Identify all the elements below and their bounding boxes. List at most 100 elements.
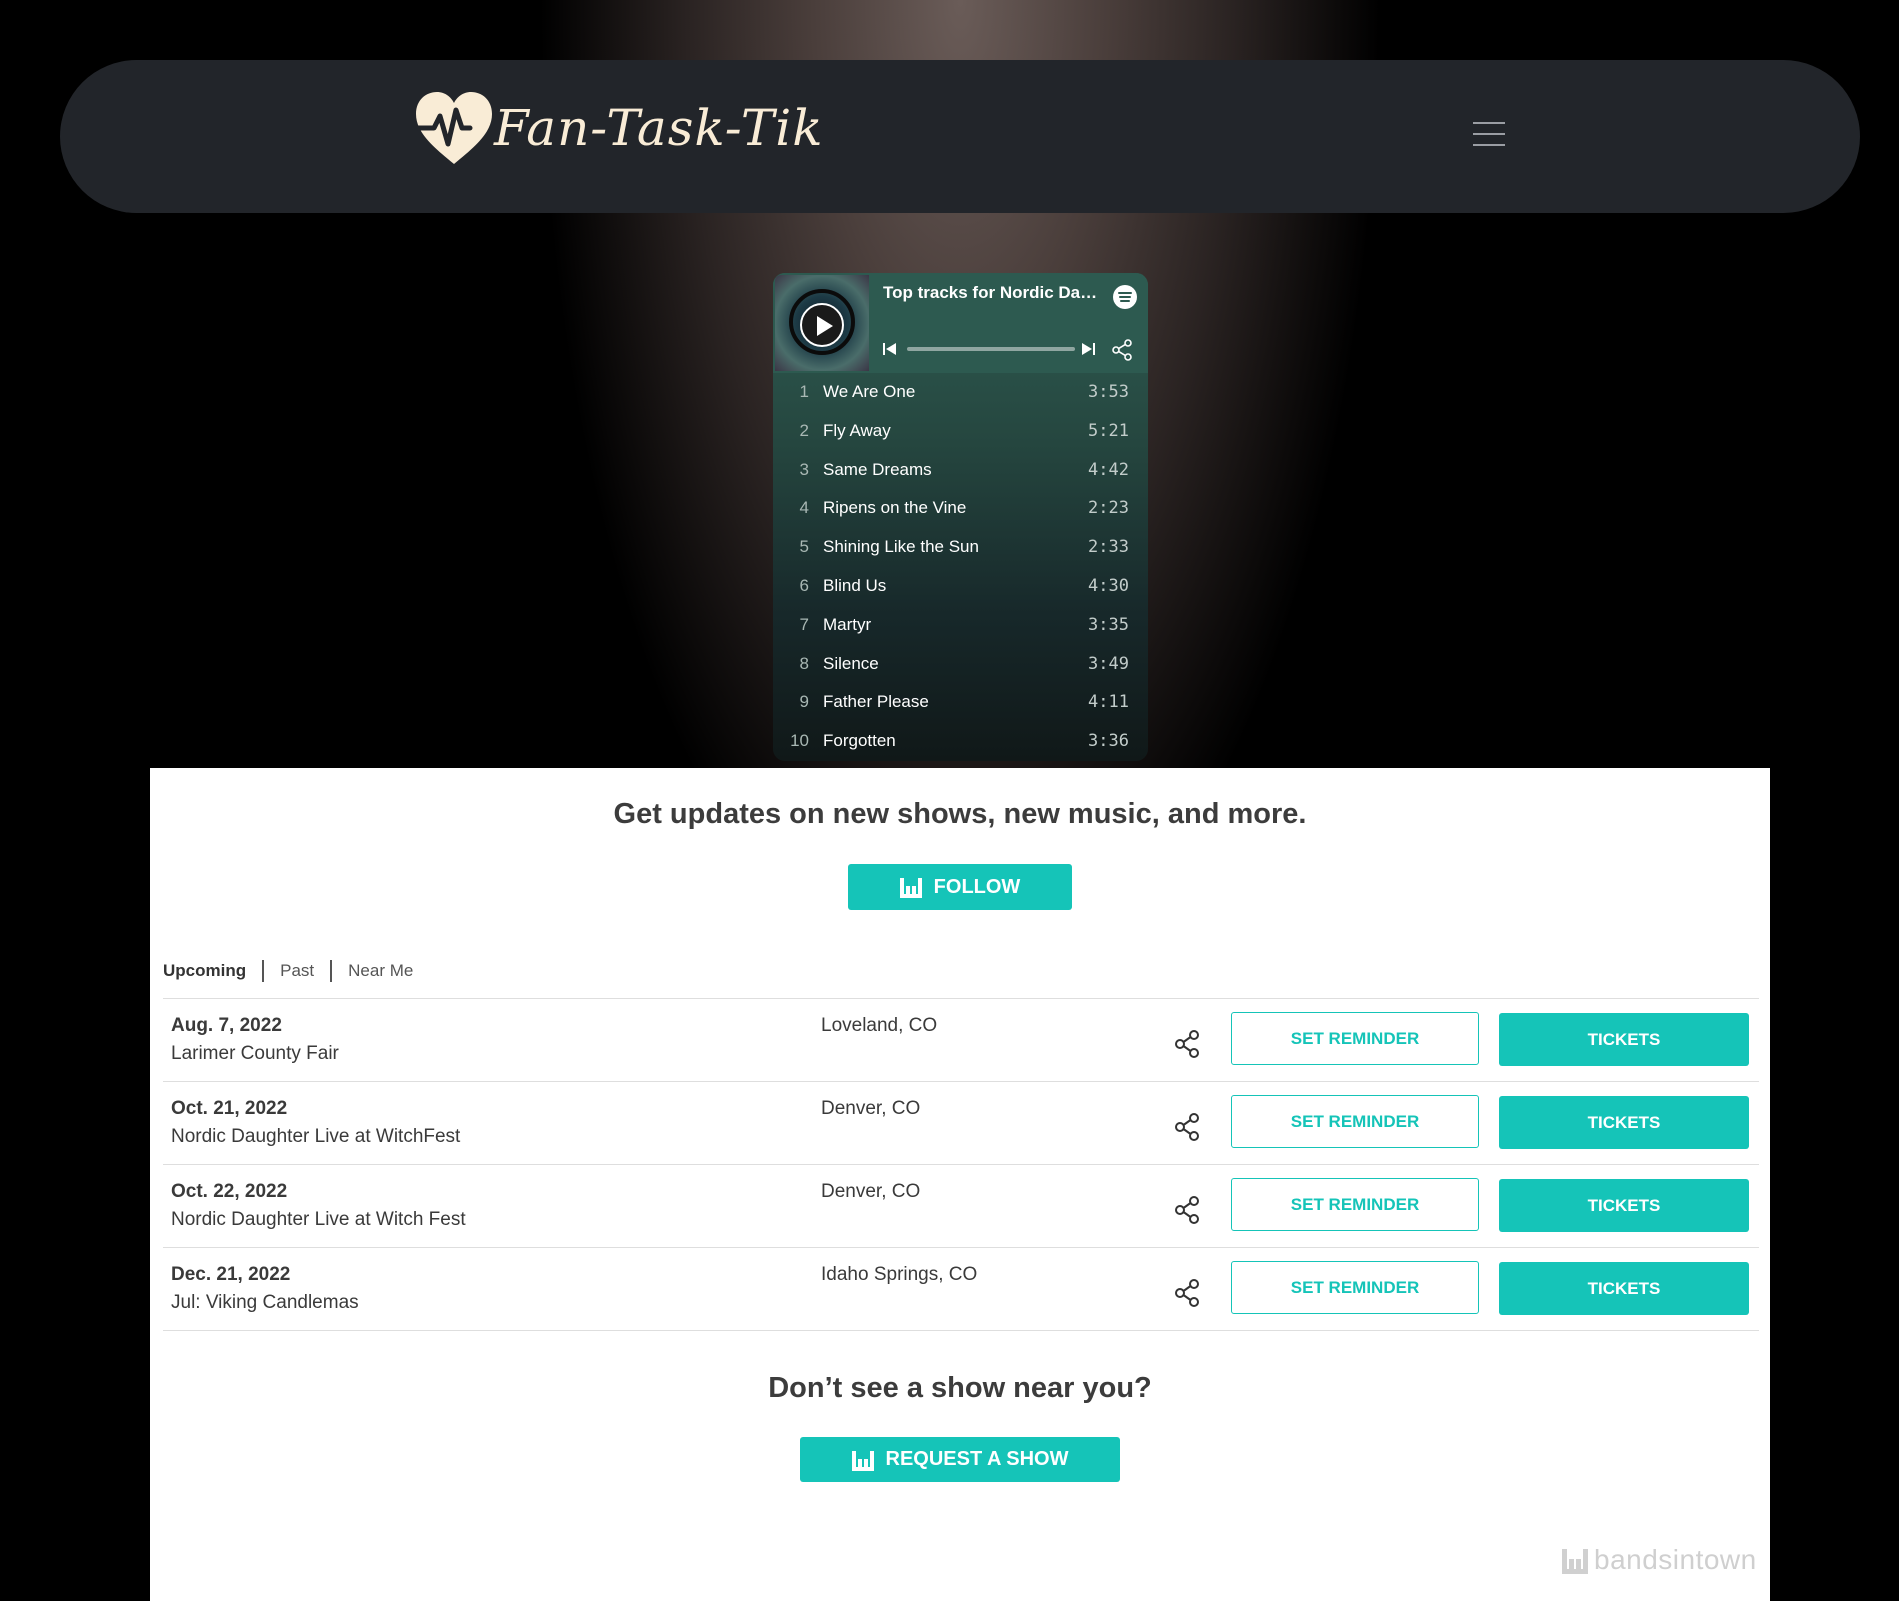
track-row[interactable]: 8 Silence 3:49 [773,645,1148,684]
navbar: Fan-Task-Tik [60,60,1860,213]
track-duration: 4:11 [1088,692,1129,713]
share-icon[interactable] [1173,1112,1201,1142]
track-name: Blind Us [823,575,887,595]
event-row[interactable]: Oct. 22, 2022 Nordic Daughter Live at Wi… [163,1165,1759,1248]
track-duration: 2:33 [1088,537,1129,558]
bandsintown-widget: Get updates on new shows, new music, and… [150,768,1770,1601]
track-number: 5 [799,537,809,557]
spotify-logo-icon[interactable] [1113,285,1137,309]
track-name: Martyr [823,614,872,634]
event-date: Oct. 21, 2022 [171,1098,288,1119]
track-duration: 4:42 [1088,459,1129,480]
tickets-button[interactable]: TICKETS [1499,1096,1749,1149]
near-you-question: Don’t see a show near you? [768,1372,1152,1404]
set-reminder-button[interactable]: SET REMINDER [1231,1095,1479,1148]
share-icon[interactable] [1173,1195,1201,1225]
track-number: 10 [790,731,809,751]
next-track-icon[interactable] [1081,342,1095,356]
track-row[interactable]: 5 Shining Like the Sun 2:33 [773,528,1148,567]
previous-track-icon[interactable] [883,342,897,356]
updates-headline: Get updates on new shows, new music, and… [613,798,1307,830]
bandsintown-icon [899,876,922,898]
tickets-button[interactable]: TICKETS [1499,1262,1749,1315]
track-duration: 3:36 [1088,731,1129,752]
track-name: Silence [823,653,879,673]
event-date: Dec. 21, 2022 [171,1264,291,1285]
track-number: 3 [799,459,809,479]
track-duration: 2:23 [1088,498,1129,519]
follow-button[interactable]: FOLLOW [848,864,1072,910]
track-name: Father Please [823,692,929,712]
brand-logo[interactable]: Fan-Task-Tik [412,88,824,168]
track-duration: 5:21 [1088,420,1129,441]
bandsintown-wordmark: bandsintown [1594,1544,1757,1575]
track-duration: 3:53 [1088,382,1129,402]
track-number: 9 [799,692,809,712]
track-row[interactable]: 7 Martyr 3:35 [773,606,1148,645]
hamburger-menu-icon[interactable] [1473,122,1505,148]
track-duration: 3:49 [1088,653,1129,674]
track-row[interactable]: 3 Same Dreams 4:42 [773,451,1148,490]
tab-divider [262,960,265,982]
event-row[interactable]: Aug. 7, 2022 Larimer County Fair Lovelan… [163,999,1759,1082]
bandsintown-icon [851,1449,874,1471]
share-icon[interactable] [1111,339,1133,361]
track-row[interactable]: 1 We Are One 3:53 [773,373,1148,412]
track-duration: 4:30 [1088,575,1129,596]
track-number: 4 [799,498,809,518]
player-controls [883,339,1138,361]
event-venue: Larimer County Fair [171,1043,339,1064]
track-row[interactable]: 6 Blind Us 4:30 [773,567,1148,606]
track-number: 2 [799,420,809,440]
event-venue: Jul: Viking Candlemas [171,1292,359,1313]
track-name: Shining Like the Sun [823,537,979,557]
track-name: Ripens on the Vine [823,498,967,518]
spotify-embed: Top tracks for Nordic Daughter 1 We Are O… [773,273,1148,761]
event-date: Aug. 7, 2022 [171,1015,282,1036]
set-reminder-button[interactable]: SET REMINDER [1231,1261,1479,1314]
track-number: 7 [799,614,809,634]
bandsintown-logo-icon [1562,1546,1588,1574]
track-row[interactable]: 2 Fly Away 5:21 [773,412,1148,451]
track-number: 1 [799,382,809,401]
track-list: 1 We Are One 3:53 2 Fly Away 5:21 3 Same Drea… [773,373,1148,761]
set-reminder-button[interactable]: SET REMINDER [1231,1012,1479,1065]
track-number: 8 [799,653,809,673]
share-icon[interactable] [1173,1029,1201,1059]
play-button[interactable] [800,303,844,347]
event-location: Denver, CO [821,1181,921,1202]
tickets-button[interactable]: TICKETS [1499,1013,1749,1066]
event-location: Denver, CO [821,1098,921,1119]
event-venue: Nordic Daughter Live at WitchFest [171,1126,461,1147]
request-show-button[interactable]: REQUEST A SHOW [800,1437,1120,1482]
playlist-title: Top tracks for Nordic Daughter [883,283,1098,302]
track-name: Forgotten [823,731,896,751]
event-tabs: Upcoming Past Near Me [163,960,413,982]
events-table: Aug. 7, 2022 Larimer County Fair Lovelan… [163,998,1759,1331]
set-reminder-button[interactable]: SET REMINDER [1231,1178,1479,1231]
track-row[interactable]: 9 Father Please 4:11 [773,683,1148,722]
event-location: Loveland, CO [821,1015,938,1036]
request-show-label: REQUEST A SHOW [885,1448,1069,1470]
bandsintown-brand-link[interactable]: bandsintown [1562,1544,1757,1576]
event-row[interactable]: Dec. 21, 2022 Jul: Viking Candlemas Idah… [163,1248,1759,1331]
follow-label: FOLLOW [933,875,1021,898]
event-location: Idaho Springs, CO [821,1264,978,1285]
track-name: Fly Away [823,420,891,440]
track-row[interactable]: 10 Forgotten 3:36 [773,722,1148,761]
tab-divider [330,960,333,982]
tickets-button[interactable]: TICKETS [1499,1179,1749,1232]
event-date: Oct. 22, 2022 [171,1181,288,1202]
heart-pulse-icon [415,92,492,164]
tab-upcoming[interactable]: Upcoming [163,961,246,981]
event-row[interactable]: Oct. 21, 2022 Nordic Daughter Live at Wi… [163,1082,1759,1165]
tab-near-me[interactable]: Near Me [348,961,413,981]
progress-bar[interactable] [907,347,1075,351]
track-name: We Are One [823,382,916,401]
track-number: 6 [799,575,809,595]
track-row[interactable]: 4 Ripens on the Vine 2:23 [773,489,1148,528]
tab-past[interactable]: Past [280,961,314,981]
spotify-header: Top tracks for Nordic Daughter [773,273,1148,373]
brand-name: Fan-Task-Tik [494,99,824,157]
share-icon[interactable] [1173,1278,1201,1308]
